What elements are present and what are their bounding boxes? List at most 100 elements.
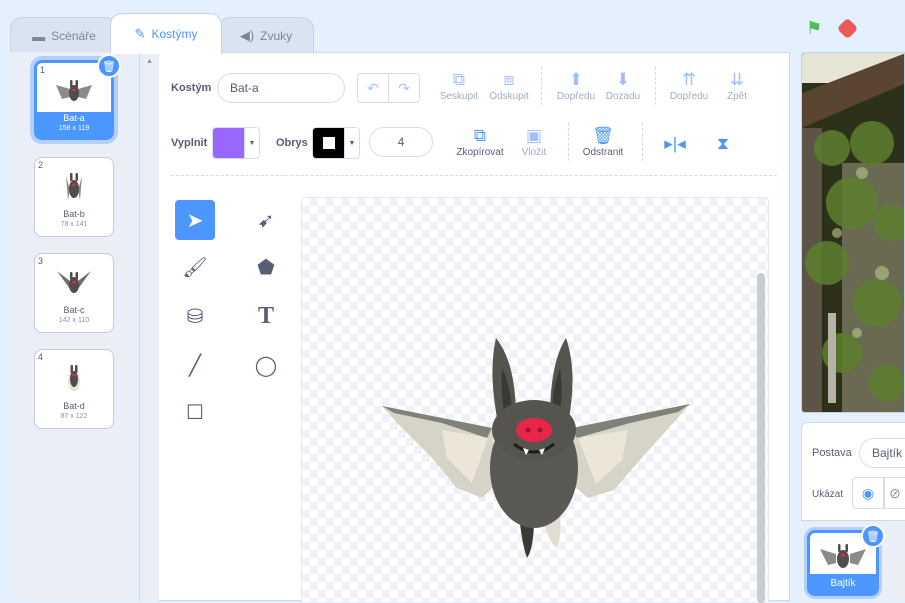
redo-button[interactable]: ↷ bbox=[388, 73, 420, 103]
scroll-up-icon: ▲ bbox=[146, 58, 153, 65]
select-tool[interactable]: ➤ bbox=[175, 200, 215, 240]
sprite-tile[interactable]: Bajtík 🗑 bbox=[807, 524, 885, 596]
delete-sprite-button[interactable]: 🗑 bbox=[861, 524, 885, 548]
costume-item[interactable]: 2 Bat-b 78 x 141 bbox=[34, 157, 114, 237]
paste-button[interactable]: ▣ Vložit bbox=[506, 125, 562, 158]
paste-label: Vložit bbox=[521, 147, 547, 158]
outline-width-input[interactable]: 4 bbox=[369, 127, 433, 157]
costume-name: Bat-d bbox=[63, 401, 85, 411]
redo-icon: ↷ bbox=[398, 79, 410, 96]
canvas-scrollbar[interactable] bbox=[757, 273, 765, 603]
outline-width-value: 4 bbox=[397, 135, 405, 149]
delete-costume-button[interactable]: 🗑 bbox=[97, 54, 121, 78]
costume-thumbnail bbox=[37, 73, 111, 111]
paint-bucket-icon: ⛁ bbox=[186, 305, 204, 328]
back-button[interactable]: ⇊ Zpět bbox=[709, 69, 765, 102]
arrow-down-icon: ⬇ bbox=[615, 70, 631, 89]
front-label: Dopředu bbox=[669, 91, 709, 102]
costume-item[interactable]: 4 Bat-d 87 x 122 bbox=[34, 349, 114, 429]
undo-button[interactable]: ↶ bbox=[357, 73, 389, 103]
tab-code[interactable]: ▬ Scénáře bbox=[10, 17, 118, 54]
chevron-down-icon: ▼ bbox=[244, 128, 259, 158]
costume-name-value: Bat-a bbox=[230, 81, 259, 95]
eraser-icon: ⬟ bbox=[257, 256, 275, 279]
sprite-name-value: Bajtík bbox=[872, 446, 903, 460]
brush-icon: 🖌 bbox=[182, 256, 208, 279]
tab-costumes[interactable]: ✎ Kostýmy bbox=[110, 13, 222, 54]
toolbar-divider bbox=[568, 123, 569, 161]
circle-tool[interactable]: ◯ bbox=[246, 345, 286, 385]
toolbar-divider bbox=[642, 123, 643, 161]
outline-color-swatch bbox=[313, 128, 344, 158]
costume-name: Bat-b bbox=[63, 209, 85, 219]
show-sprite-button[interactable]: ◉ bbox=[852, 477, 884, 509]
fill-color-picker[interactable]: ▼ bbox=[212, 127, 260, 159]
group-label: Seskupit bbox=[439, 91, 479, 102]
outline-color-picker[interactable]: ▼ bbox=[312, 127, 360, 159]
fill-tool[interactable]: ⛁ bbox=[175, 296, 215, 336]
costume-item[interactable]: 1 Bat-a 158 x 119 🗑 bbox=[34, 54, 121, 140]
code-icon: ▬ bbox=[32, 28, 46, 44]
undo-icon: ↶ bbox=[367, 79, 379, 96]
show-label: Ukázat bbox=[812, 489, 844, 500]
trash-icon: 🗑 bbox=[592, 126, 614, 145]
costume-thumbnail bbox=[35, 168, 113, 206]
fill-label: Vyplnit bbox=[171, 137, 208, 149]
costume-dimensions: 78 x 141 bbox=[60, 221, 88, 228]
toolbar-divider bbox=[541, 67, 542, 105]
circle-icon: ◯ bbox=[254, 354, 278, 377]
tab-costumes-label: Kostýmy bbox=[151, 27, 198, 41]
rectangle-tool[interactable]: ☐ bbox=[175, 392, 215, 432]
backward-label: Dozadu bbox=[605, 91, 641, 102]
ungroup-label: Odskupit bbox=[489, 91, 529, 102]
flip-vertical-button[interactable]: ⧗ bbox=[695, 133, 751, 155]
stage-preview[interactable] bbox=[801, 52, 905, 413]
line-tool[interactable]: ╱ bbox=[175, 345, 215, 385]
tab-code-label: Scénáře bbox=[51, 29, 96, 43]
ungroup-button[interactable]: ⧈ Odskupit bbox=[481, 69, 537, 102]
rectangle-icon: ☐ bbox=[186, 401, 204, 424]
speaker-icon: ◀) bbox=[239, 28, 255, 43]
eraser-tool[interactable]: ⬟ bbox=[246, 247, 286, 287]
editor-tabs: ▬ Scénáře ✎ Kostýmy ◀) Zvuky bbox=[10, 13, 314, 54]
drawing-canvas[interactable] bbox=[301, 197, 769, 602]
group-button[interactable]: ⧉ Seskupit bbox=[431, 69, 487, 102]
paint-editor: Kostým Bat-a ↶ ↷ ⧉ Seskupit ⧈ Odskupit ⬆ Do… bbox=[159, 52, 790, 603]
costume-name-label: Kostým bbox=[171, 82, 212, 94]
costume-dimensions: 87 x 122 bbox=[60, 413, 88, 420]
outline-label: Obrys bbox=[276, 137, 308, 149]
copy-label: Zkopírovat bbox=[456, 147, 504, 158]
line-icon: ╱ bbox=[188, 354, 202, 377]
delete-button[interactable]: 🗑 Odstranit bbox=[575, 125, 631, 158]
costume-item[interactable]: 3 Bat-c 142 x 110 bbox=[34, 253, 114, 333]
flip-vertical-icon: ⧗ bbox=[717, 134, 729, 153]
costume-dimensions: 158 x 119 bbox=[58, 125, 90, 132]
green-flag-button[interactable]: ⚑ bbox=[806, 18, 822, 39]
costume-thumbnail bbox=[35, 360, 113, 398]
costume-name: Bat-a bbox=[63, 113, 85, 123]
green-flag-icon: ⚑ bbox=[806, 18, 823, 38]
costume-thumbnail bbox=[35, 264, 113, 302]
copy-icon: ⧉ bbox=[473, 126, 487, 145]
sprite-tile-name: Bajtík bbox=[809, 574, 877, 594]
toolbar-divider bbox=[655, 67, 656, 105]
send-back-icon: ⇊ bbox=[729, 70, 745, 89]
trash-icon: 🗑 bbox=[866, 530, 880, 543]
toolbar-separator bbox=[171, 175, 777, 176]
tab-sounds[interactable]: ◀) Zvuky bbox=[218, 17, 314, 54]
backward-button[interactable]: ⬇ Dozadu bbox=[595, 69, 651, 102]
group-icon: ⧉ bbox=[452, 70, 466, 89]
sprite-name-input[interactable]: Bajtík bbox=[859, 438, 905, 468]
brush-icon: ✎ bbox=[134, 26, 146, 41]
eye-icon: ◉ bbox=[861, 484, 875, 501]
text-tool[interactable]: T bbox=[246, 296, 286, 336]
bat-costume-image bbox=[382, 338, 690, 558]
costume-name-input[interactable]: Bat-a bbox=[217, 73, 345, 103]
reshape-tool[interactable]: ➹ bbox=[246, 200, 286, 240]
costume-list-scrollbar[interactable]: ▲ bbox=[141, 52, 159, 601]
reshape-icon: ➹ bbox=[257, 209, 275, 232]
copy-button[interactable]: ⧉ Zkopírovat bbox=[452, 125, 508, 158]
brush-tool[interactable]: 🖌 bbox=[175, 247, 215, 287]
tab-sounds-label: Zvuky bbox=[260, 29, 293, 43]
hide-sprite-button[interactable]: ⊘ bbox=[884, 477, 905, 509]
